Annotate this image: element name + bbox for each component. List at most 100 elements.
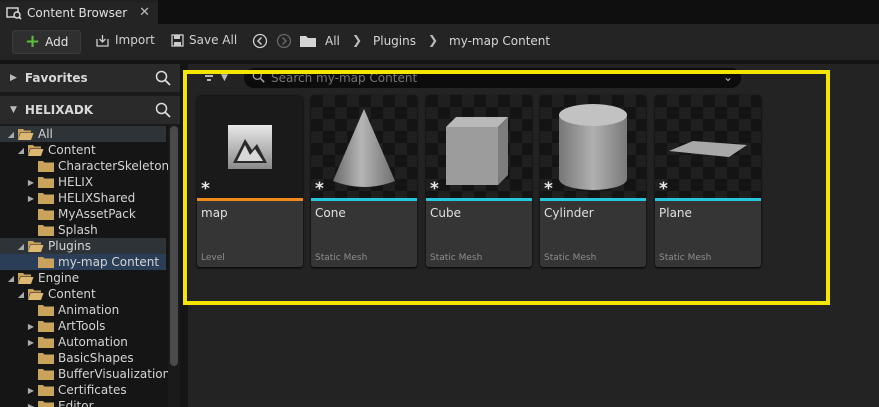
collapse-arrow-icon[interactable]: ▶ xyxy=(26,338,36,347)
collapse-arrow-icon[interactable]: ▶ xyxy=(26,386,36,395)
folder-icon xyxy=(38,160,54,172)
open-folder-icon xyxy=(18,128,34,140)
tree-item[interactable]: MyAssetPack xyxy=(26,206,136,222)
asset-name: Cylinder xyxy=(544,206,594,220)
unsaved-asterisk-icon: * xyxy=(544,179,553,199)
tree-item[interactable]: CharacterSkeletons xyxy=(26,158,168,174)
content-browser-icon xyxy=(6,6,22,20)
close-icon[interactable]: ✕ xyxy=(139,5,150,20)
tree-item[interactable]: ▶ ArtTools xyxy=(26,318,106,334)
cone-thumbnail-icon xyxy=(311,95,417,198)
tree-item[interactable]: my-map Content xyxy=(26,254,159,270)
search-icon[interactable] xyxy=(155,102,171,121)
tree-item[interactable]: BasicShapes xyxy=(26,350,134,366)
folder-icon xyxy=(38,320,54,332)
search-box[interactable]: ⌄ xyxy=(244,68,741,88)
asset-tile[interactable]: * map Level xyxy=(197,95,303,267)
breadcrumb-my-map-content[interactable]: my-map Content xyxy=(449,34,550,48)
project-header[interactable]: ▼ HELIXADK xyxy=(0,96,180,124)
expand-arrow-icon[interactable]: ◢ xyxy=(16,242,26,251)
tree-item[interactable]: ◢ Plugins xyxy=(16,238,91,254)
tree-item-label: ArtTools xyxy=(58,319,106,333)
tree-item-label: Automation xyxy=(58,335,128,349)
favorites-label: Favorites xyxy=(24,71,88,85)
breadcrumb-plugins[interactable]: Plugins xyxy=(373,34,416,48)
folder-icon[interactable] xyxy=(299,34,317,51)
save-icon xyxy=(171,33,184,47)
breadcrumb-all[interactable]: All xyxy=(325,34,340,48)
asset-tile[interactable]: * Plane Static Mesh xyxy=(655,95,761,267)
tree-item[interactable]: ◢ Content xyxy=(16,142,96,158)
tree-item-label: MyAssetPack xyxy=(58,207,136,221)
tree-item[interactable]: ▶ HELIX xyxy=(26,174,93,190)
folder-icon xyxy=(38,368,54,380)
tree-item-label: Certificates xyxy=(58,383,127,397)
tree-scrollbar[interactable] xyxy=(170,126,178,366)
tree-item[interactable]: ◢ Content xyxy=(16,286,96,302)
tree-item-label: Engine xyxy=(38,271,80,285)
cylinder-thumbnail-icon xyxy=(540,95,646,198)
tree-item-label: HELIXShared xyxy=(58,191,136,205)
search-icon xyxy=(252,70,265,86)
expand-arrow-icon[interactable]: ◢ xyxy=(16,146,26,155)
breadcrumb-chevron-icon: ❯ xyxy=(428,33,439,47)
asset-name: Cube xyxy=(430,206,461,220)
collapse-arrow-icon[interactable]: ▶ xyxy=(26,178,36,187)
tree-item[interactable]: ▶ Automation xyxy=(26,334,128,350)
expand-arrow-icon[interactable]: ◢ xyxy=(6,274,16,283)
asset-type-bar xyxy=(655,198,761,201)
asset-type-bar xyxy=(197,198,303,201)
collapse-arrow-icon[interactable]: ▶ xyxy=(26,402,36,407)
asset-type: Static Mesh xyxy=(315,253,368,263)
folder-icon xyxy=(38,256,54,268)
tree-item[interactable]: ▶ Editor xyxy=(26,398,94,407)
tree-item-label: CharacterSkeletons xyxy=(58,159,168,173)
tree-item[interactable]: ◢ All xyxy=(6,126,53,142)
folder-icon xyxy=(38,208,54,220)
asset-type-bar xyxy=(540,198,646,201)
folder-icon xyxy=(38,384,54,396)
import-icon xyxy=(95,34,110,47)
project-label: HELIXADK xyxy=(24,103,94,117)
save-all-button[interactable]: Save All xyxy=(171,33,237,47)
open-folder-icon xyxy=(28,240,44,252)
search-input[interactable] xyxy=(271,71,711,85)
asset-tile[interactable]: * Cube Static Mesh xyxy=(426,95,532,267)
tree-item[interactable]: ▶ Certificates xyxy=(26,382,127,398)
folder-icon xyxy=(38,400,54,407)
collapse-arrow-icon[interactable]: ▶ xyxy=(26,322,36,331)
tree-item-label: Plugins xyxy=(48,239,91,253)
add-button-label: Add xyxy=(45,35,69,49)
tree-item[interactable]: Animation xyxy=(26,302,119,318)
import-button[interactable]: Import xyxy=(95,33,155,47)
collapse-arrow-icon[interactable]: ▶ xyxy=(26,194,36,203)
expand-arrow-icon[interactable]: ◢ xyxy=(16,290,26,299)
tree-item[interactable]: ▶ HELIXShared xyxy=(26,190,135,206)
folder-icon xyxy=(38,336,54,348)
tree-item-label: Content xyxy=(48,143,96,157)
tree-item-label: my-map Content xyxy=(58,255,160,269)
expand-arrow-icon[interactable]: ◢ xyxy=(6,130,16,139)
level-thumbnail-icon xyxy=(197,95,303,198)
tree-item[interactable]: BufferVisualization xyxy=(26,366,168,382)
favorites-header[interactable]: ▶ Favorites xyxy=(0,64,180,92)
expand-arrow-icon: ▼ xyxy=(10,105,17,115)
tree-item[interactable]: ◢ Engine xyxy=(6,270,79,286)
back-arrow-icon[interactable] xyxy=(252,33,268,52)
sources-panel: ▶ Favorites ▼ HELIXADK ◢ All ◢ Content Chara… xyxy=(0,64,180,407)
asset-tile[interactable]: * Cylinder Static Mesh xyxy=(540,95,646,267)
folder-tree: ◢ All ◢ Content CharacterSkeletons ▶ HELIX ▶ HEL… xyxy=(0,126,168,407)
forward-arrow-icon[interactable] xyxy=(276,33,292,52)
tab-content-browser[interactable]: Content Browser ✕ xyxy=(0,0,158,24)
folder-icon xyxy=(38,176,54,188)
filter-button[interactable]: ▼ xyxy=(202,70,228,85)
search-icon[interactable] xyxy=(155,70,171,89)
tree-item[interactable]: Splash xyxy=(26,222,98,238)
tree-item-label: Editor xyxy=(58,399,94,407)
folder-icon xyxy=(38,352,54,364)
add-button[interactable]: + Add xyxy=(12,30,81,54)
asset-tile[interactable]: * Cone Static Mesh xyxy=(311,95,417,267)
open-folder-icon xyxy=(28,288,44,300)
open-folder-icon xyxy=(28,144,44,156)
chevron-down-icon[interactable]: ⌄ xyxy=(723,70,733,84)
